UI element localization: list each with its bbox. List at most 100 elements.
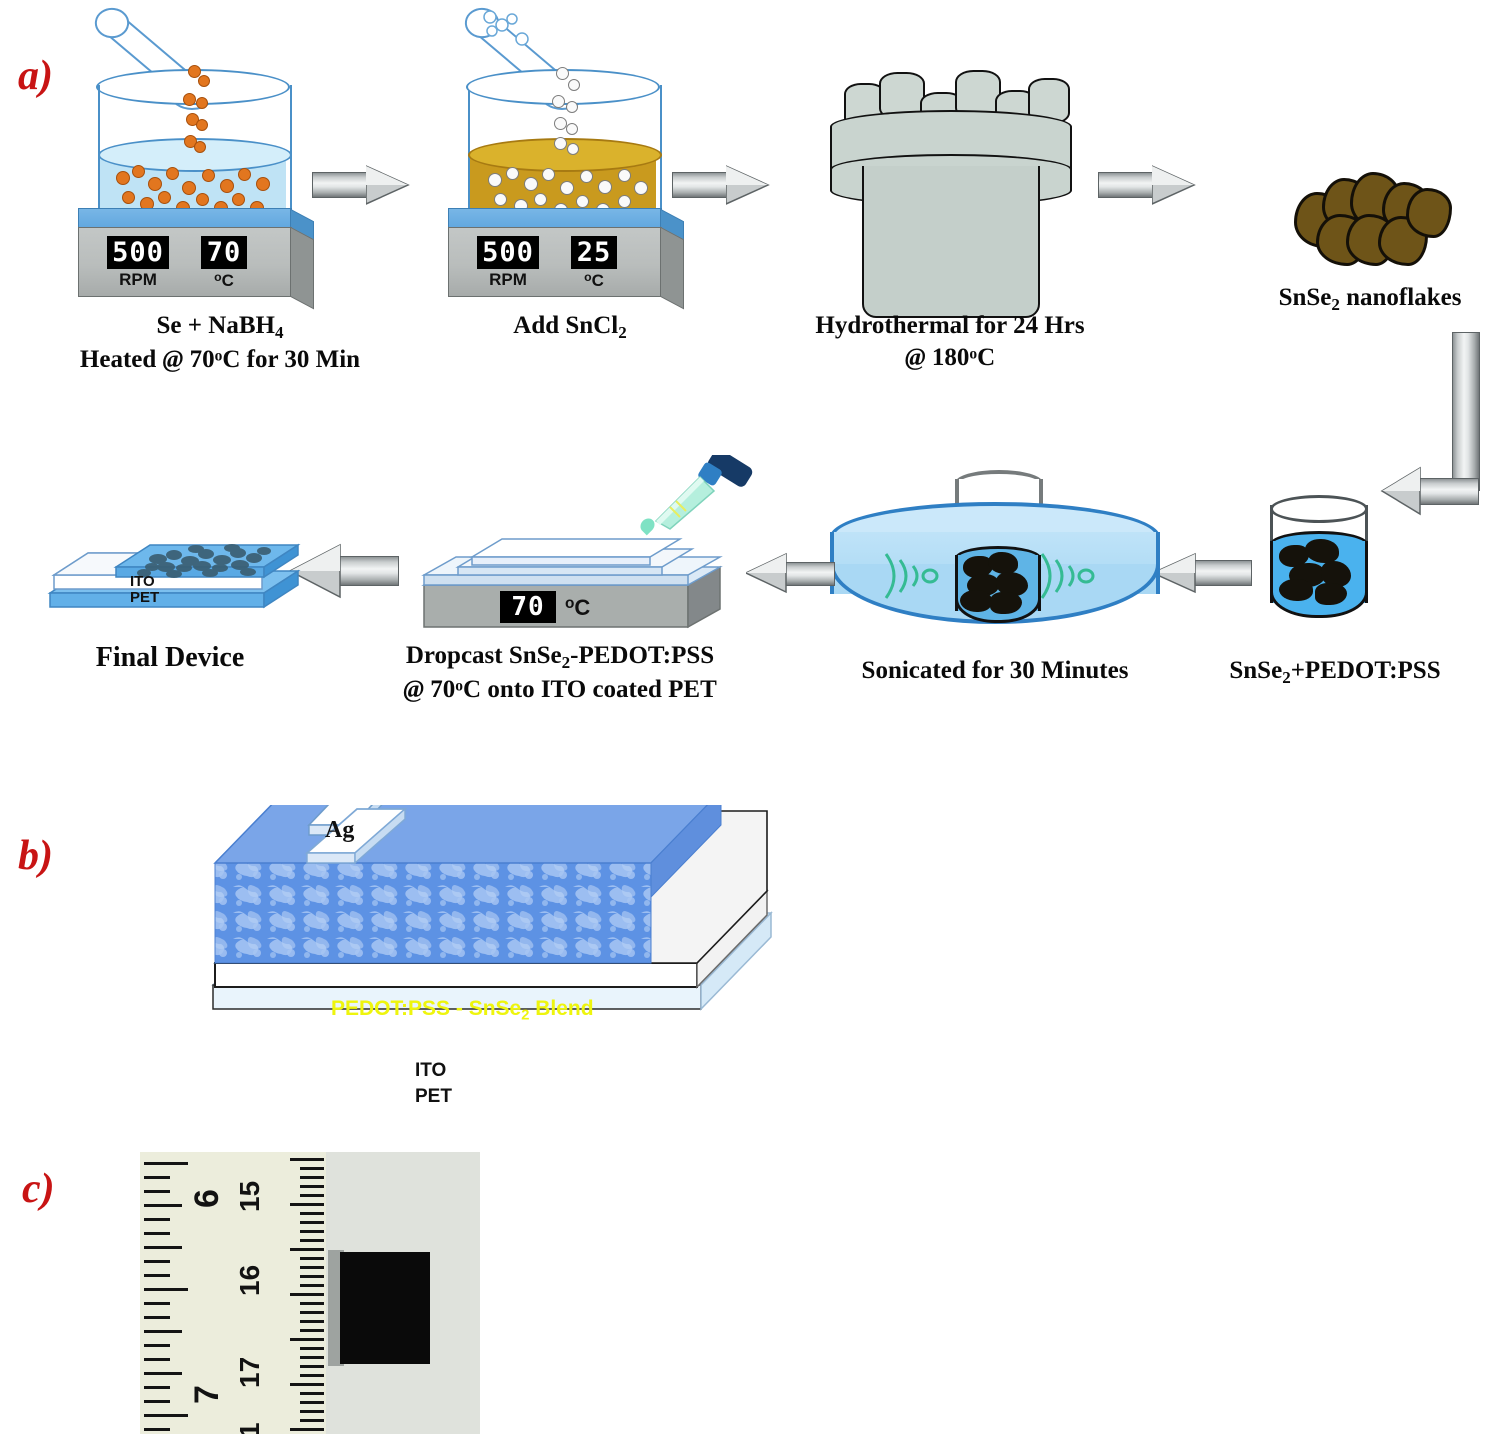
particle [148, 177, 162, 191]
hotplate-temp-display: 25 [571, 236, 617, 269]
caption-step-mixture: SnSe2+PEDOT:PSS [1229, 657, 1441, 687]
hotplate-temp-display: 70 [201, 236, 247, 269]
step-snse2-nanoflakes [1290, 170, 1452, 280]
pipette-icon [654, 455, 753, 530]
particle [566, 101, 578, 113]
flake-in-liquid [1279, 579, 1313, 601]
particle [196, 119, 208, 131]
particle [122, 191, 135, 204]
pet-layer-label: PET [415, 1086, 452, 1107]
caption-step-nanoflakes: SnSe2 nanoflakes [1278, 284, 1462, 314]
silver-electrode-label: Ag [325, 817, 355, 843]
autoclave-body-top-edge [862, 166, 1040, 182]
panel-b-device-schematic: Ag PEDOT:PSS - SnSe2 Blend ITO PET [95, 779, 775, 1115]
particle [534, 193, 547, 206]
step-hydrothermal-autoclave [820, 50, 1080, 318]
arrow-step2-to-step3 [672, 160, 770, 210]
hotplate-temp-label: oC [584, 270, 604, 291]
particle [256, 177, 270, 191]
device-sample [340, 1252, 430, 1364]
final-device-stack [47, 543, 301, 609]
rpm-value: 500 [112, 237, 164, 268]
hotplate-rpm-display: 500 [107, 236, 169, 269]
caption-step-add-tin-chloride: Add SnCl2 [513, 312, 627, 342]
particle [542, 168, 555, 181]
temp-value: 70 [511, 592, 545, 622]
particle [182, 181, 196, 195]
temp-value: 70 [206, 237, 242, 268]
particle [552, 95, 565, 108]
particle [554, 137, 567, 150]
particle [634, 181, 648, 195]
arrow-step6-to-step7 [746, 548, 835, 598]
ruler-cm-number: 17 [234, 1356, 265, 1388]
rpm-value: 500 [482, 237, 534, 268]
particle [198, 75, 210, 87]
hotplate-body-side [290, 226, 314, 310]
hotplate-rpm-display: 500 [477, 236, 539, 269]
dropcast-stage [421, 538, 723, 629]
arrow-step3-to-step4 [1098, 160, 1196, 210]
particle [556, 67, 569, 80]
panel-a-letter: a) [18, 53, 53, 99]
ultrasonic-wave-left [880, 550, 942, 607]
arrow-step5-to-step6 [1153, 548, 1252, 598]
particle [166, 167, 179, 180]
particle [220, 179, 234, 193]
ultrasonic-wave-right [1036, 550, 1098, 607]
hotplate-body-side [660, 226, 684, 310]
arrow-step1-to-step2 [312, 160, 410, 210]
caption-step-hydrothermal: Hydrothermal for 24 Hrs @ 180oC [815, 312, 1085, 371]
ruler-inch-number: 6 [188, 1189, 226, 1208]
arrow-step4-to-step5 [1380, 332, 1500, 522]
panel-c-device-photo: 6 7 15 16 17 1 [140, 1152, 480, 1434]
ruler: 6 7 15 16 17 1 [140, 1152, 326, 1434]
particle [524, 177, 538, 191]
particle [560, 181, 574, 195]
particle [183, 93, 196, 106]
hotplate-temp-label: oC [214, 270, 234, 291]
ruler-cm-number: 15 [234, 1180, 265, 1212]
step-selenium-reduction: 500 RPM 70 oC [70, 5, 320, 310]
final-device-pet-label: PET [130, 589, 160, 606]
dropcast-temp-label: oC [565, 595, 591, 620]
ruler-cm-number: 16 [234, 1264, 265, 1296]
particle [618, 195, 631, 208]
particle [567, 143, 579, 155]
particle [576, 195, 589, 208]
ito-layer-label: ITO [415, 1060, 447, 1081]
particle [488, 173, 502, 187]
ruler-inch-number: 7 [188, 1385, 226, 1404]
particle [506, 167, 519, 180]
caption-step-dropcast: Dropcast SnSe2-PEDOT:PSS @ 70oC onto ITO… [403, 642, 717, 703]
hotplate-rpm-label: RPM [489, 270, 527, 289]
step-sonication-bath [830, 470, 1160, 650]
autoclave-body [862, 172, 1040, 318]
particle [196, 193, 209, 206]
flake-in-sonicator [960, 590, 992, 612]
particle [494, 193, 507, 206]
temp-value: 25 [576, 237, 612, 268]
dropcast-temp-display: 70 [500, 591, 556, 623]
particle [232, 193, 245, 206]
hotplate-rpm-label: RPM [119, 270, 157, 289]
particle [618, 169, 631, 182]
particle [196, 97, 208, 109]
particle [132, 165, 145, 178]
particle [580, 170, 593, 183]
particle [194, 141, 206, 153]
caption-step-sonication: Sonicated for 30 Minutes [861, 657, 1129, 684]
particle [566, 123, 578, 135]
particle [116, 171, 130, 185]
particle [202, 169, 215, 182]
step-final-device: ITO PET [40, 515, 310, 625]
particle [238, 168, 251, 181]
step-add-tin-chloride: 500 RPM 25 oC [440, 5, 690, 310]
step-dropcast: 70 oC [410, 455, 753, 635]
step-snse2-pedotpss-mixture [1265, 495, 1395, 635]
particle [598, 180, 612, 194]
ruler-cm-number: 1 [234, 1422, 265, 1434]
panel-c-letter: c) [22, 1166, 55, 1212]
final-device-ito-label: ITO [130, 573, 155, 590]
caption-step-final-device: Final Device [95, 642, 245, 673]
